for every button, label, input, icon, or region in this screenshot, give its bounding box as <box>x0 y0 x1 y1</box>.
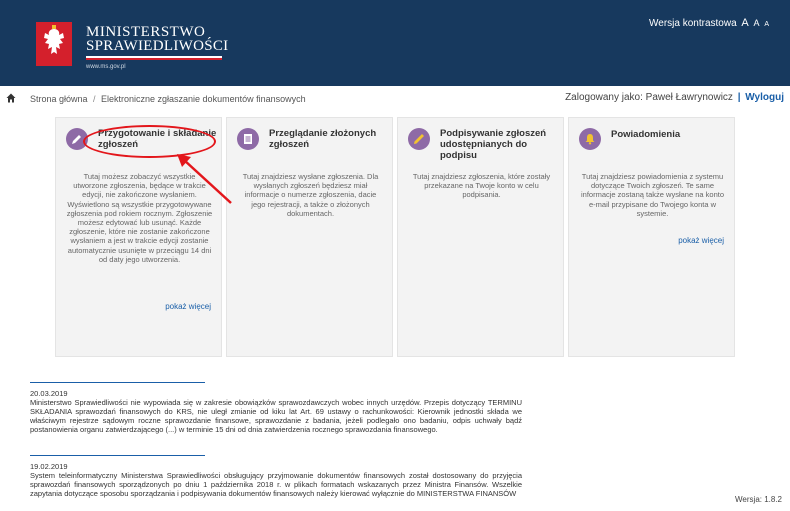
bell-icon <box>585 134 595 145</box>
eagle-icon <box>44 25 64 54</box>
card-browse-submissions[interactable]: Przeglądanie złożonych zgłoszeń Tutaj zn… <box>226 117 393 357</box>
user-separator: | <box>737 92 741 103</box>
pencil-icon <box>72 135 81 144</box>
card-title[interactable]: Przeglądanie złożonych zgłoszeń <box>269 128 391 150</box>
card-title[interactable]: Powiadomienia <box>611 129 733 140</box>
card-icon-badge <box>408 128 430 150</box>
card-icon-badge <box>237 128 259 150</box>
card-description: Tutaj znajdziesz wysłane zgłoszenia. Dla… <box>242 172 379 218</box>
contrast-label[interactable]: Wersja kontrastowa <box>649 18 737 29</box>
font-size-large[interactable]: A <box>741 17 748 29</box>
news-text: System teleinformatyczny Ministerstwa Sp… <box>30 471 522 498</box>
card-notifications[interactable]: Powiadomienia Tutaj znajdziesz powiadomi… <box>568 117 735 357</box>
pen-icon <box>414 134 424 144</box>
flag-stripe <box>86 56 222 60</box>
news-date: 20.03.2019 <box>30 389 68 398</box>
show-more-link[interactable]: pokaż więcej <box>165 302 211 311</box>
document-icon <box>244 134 252 144</box>
user-status: Zalogowany jako: Paweł Ławrynowicz | Wyl… <box>565 92 784 103</box>
breadcrumb-home[interactable]: Strona główna <box>30 94 88 104</box>
card-description: Tutaj znajdziesz powiadomienia z systemu… <box>581 172 724 218</box>
logout-link[interactable]: Wyloguj <box>745 92 784 103</box>
news-date: 19.02.2019 <box>30 462 68 471</box>
card-icon-badge <box>579 128 601 150</box>
card-title[interactable]: Podpisywanie zgłoszeń udostępnianych do … <box>440 128 562 161</box>
eagle-emblem-logo[interactable] <box>36 22 72 66</box>
annotation-arrow-icon <box>177 154 232 204</box>
breadcrumb-separator: / <box>93 94 96 104</box>
font-size-small[interactable]: A <box>764 21 769 28</box>
home-icon[interactable] <box>6 93 16 103</box>
logged-user-text: Zalogowany jako: Paweł Ławrynowicz <box>565 92 733 103</box>
font-size-medium[interactable]: A <box>754 18 760 28</box>
news-divider <box>30 382 205 383</box>
card-description: Tutaj znajdziesz zgłoszenia, które zosta… <box>412 172 551 200</box>
news-text: Ministerstwo Sprawiedliwości nie wypowia… <box>30 398 522 434</box>
news-divider <box>30 455 205 456</box>
brand-url: www.ms.gov.pl <box>86 64 126 70</box>
show-more-link[interactable]: pokaż więcej <box>678 236 724 245</box>
app-version: Wersja: 1.8.2 <box>735 495 782 504</box>
contrast-toggle[interactable]: Wersja kontrastowa A A A <box>647 17 769 29</box>
card-sign-submissions[interactable]: Podpisywanie zgłoszeń udostępnianych do … <box>397 117 564 357</box>
brand-line2: SPRAWIEDLIWOŚCI <box>86 38 229 54</box>
breadcrumb-current: Elektroniczne zgłaszanie dokumentów fina… <box>101 94 306 104</box>
